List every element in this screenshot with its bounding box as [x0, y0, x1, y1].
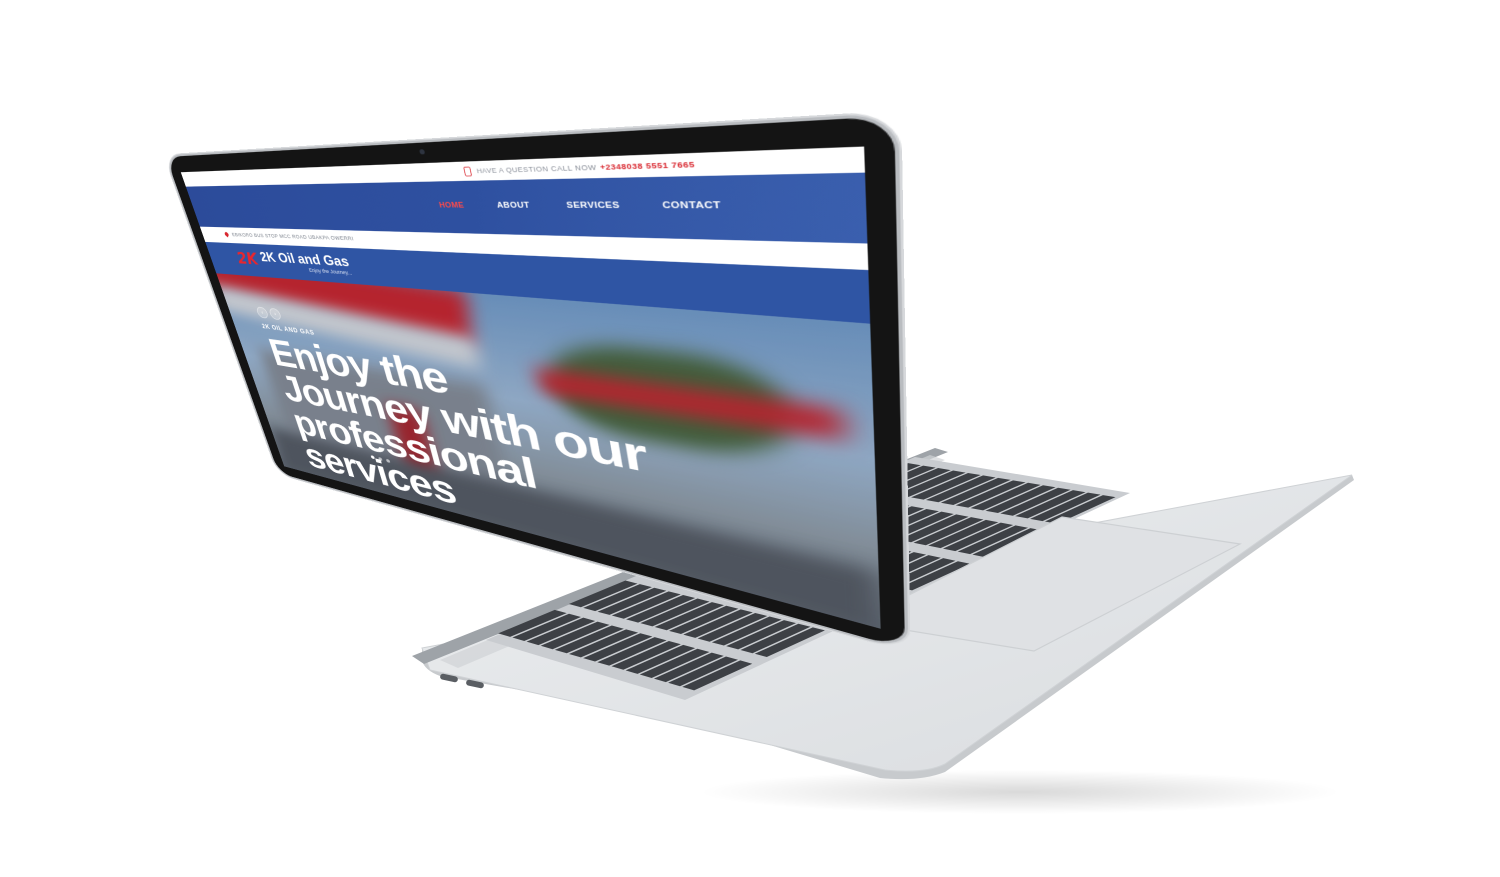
base-shadow	[700, 770, 1340, 814]
nav-contact[interactable]: CONTACT	[662, 200, 722, 210]
question-text: HAVE A QUESTION CALL NOW	[475, 163, 598, 175]
address-text: EBIKORO BUS STOP MCC ROAD UBAKPA OWERRI	[231, 231, 355, 242]
slider-next-button[interactable]: ›	[268, 307, 283, 321]
nav-menu: HOME ABOUT SERVICES CONTACT	[438, 200, 721, 210]
logo-name: 2K Oil and Gas	[258, 249, 351, 270]
logo-text: 2K Oil and Gas Enjoy the Journey...	[258, 249, 353, 276]
phone-link[interactable]: +2348038 5551 7665	[599, 160, 695, 171]
site-logo[interactable]: 2K 2K Oil and Gas Enjoy the Journey...	[234, 249, 352, 276]
address-line: EBIKORO BUS STOP MCC ROAD UBAKPA OWERRI	[224, 231, 355, 242]
location-pin-icon	[224, 231, 230, 238]
webcam	[419, 149, 426, 155]
phone-icon	[462, 166, 472, 177]
nav-home[interactable]: HOME	[438, 201, 465, 210]
logo-mark: 2K	[234, 248, 261, 269]
nav-about[interactable]: ABOUT	[496, 201, 530, 210]
nav-services[interactable]: SERVICES	[566, 201, 621, 211]
logo-mark-text: 2K	[234, 248, 261, 269]
